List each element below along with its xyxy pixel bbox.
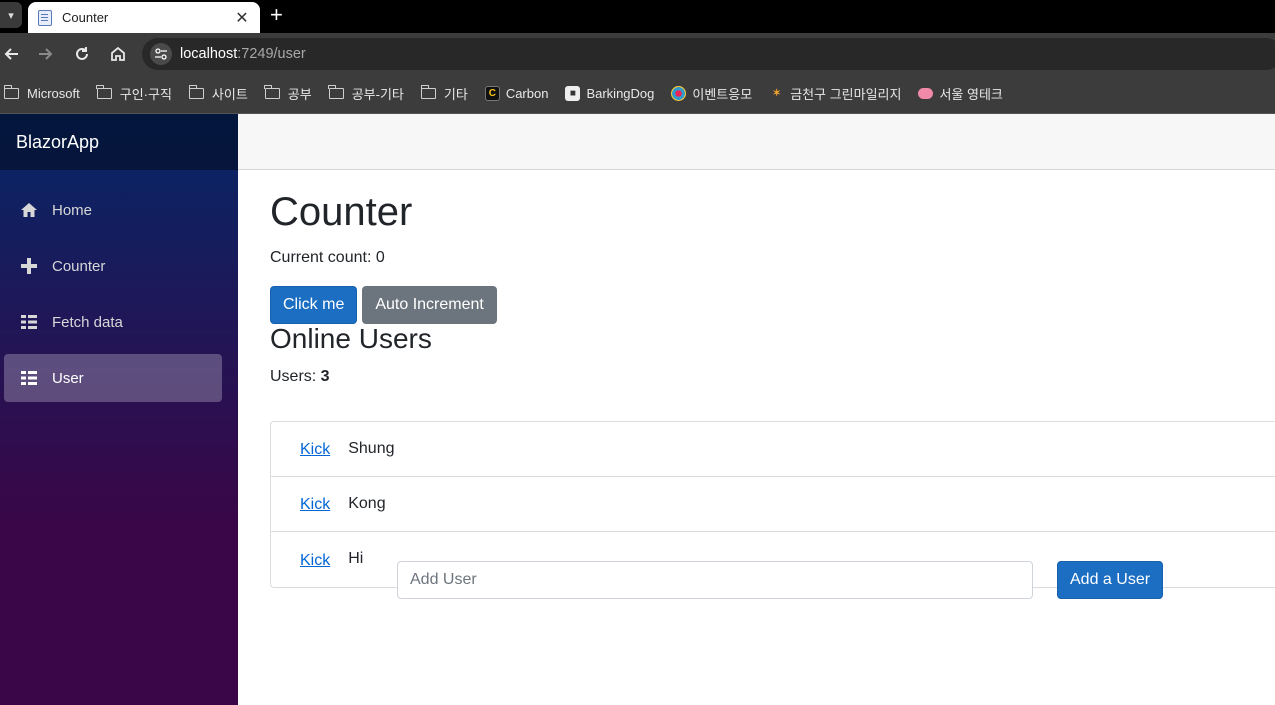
bookmark-folder-study[interactable]: 공부	[264, 84, 312, 103]
auto-increment-button[interactable]: Auto Increment	[362, 286, 497, 324]
folder-icon	[328, 85, 344, 99]
button-row: Click me Auto Increment	[270, 286, 1275, 324]
main-area: Counter Current count: 0 Click me Auto I…	[238, 114, 1275, 705]
user-name: Hi	[348, 550, 364, 567]
sidebar-item-label: User	[52, 369, 84, 387]
sidebar-item-fetch-data[interactable]: Fetch data	[4, 298, 222, 346]
add-user-row: Add a User	[397, 561, 1168, 599]
carbon-icon: C	[484, 86, 500, 101]
online-users-heading: Online Users	[270, 323, 432, 354]
tab-search-chevron-icon[interactable]: ▾	[0, 2, 22, 28]
sidebar: BlazorApp Home Counter Fetch data User	[0, 114, 238, 705]
bookmark-folder-sites[interactable]: 사이트	[188, 84, 248, 103]
click-me-button[interactable]: Click me	[270, 286, 358, 324]
brand-bar: BlazorApp	[0, 114, 238, 170]
bookmark-geumcheon[interactable]: ✶ 금천구 그린마일리지	[769, 84, 902, 103]
folder-icon	[420, 85, 436, 99]
bookmark-label: 기타	[443, 87, 468, 102]
bookmark-label: 사이트	[211, 87, 248, 102]
bookmark-label: 금천구 그린마일리지	[790, 87, 902, 102]
barkingdog-icon: ■	[565, 86, 581, 101]
sidebar-item-label: Fetch data	[52, 313, 123, 331]
blazor-app: BlazorApp Home Counter Fetch data User C…	[0, 114, 1275, 705]
site-info-icon[interactable]	[150, 43, 172, 65]
home-icon[interactable]	[106, 42, 130, 66]
user-name: Shung	[348, 439, 395, 457]
bookmark-label: 이벤트응모	[692, 87, 753, 102]
new-tab-button[interactable]: +	[270, 3, 283, 27]
sidebar-item-user[interactable]: User	[4, 354, 222, 402]
kick-link[interactable]: Kick	[300, 441, 330, 459]
bookmark-folder-microsoft[interactable]: Microsoft	[3, 85, 80, 101]
folder-icon	[96, 85, 112, 99]
users-count-line: Users: 3	[270, 368, 1275, 386]
kick-link[interactable]: Kick	[300, 552, 330, 570]
bookmark-label: Microsoft	[27, 86, 80, 101]
bookmark-label: 구인·구직	[119, 87, 172, 102]
list-item: Kick Kong	[271, 477, 1275, 532]
bookmark-event[interactable]: 이벤트응모	[671, 84, 752, 103]
page-title: Counter	[270, 190, 413, 234]
address-bar[interactable]: localhost:7249/user	[142, 38, 1275, 70]
nav-menu: Home Counter Fetch data User	[0, 170, 238, 402]
brand-link[interactable]: BlazorApp	[16, 132, 99, 153]
bookmark-seoul[interactable]: 서울 영테크	[918, 84, 1003, 103]
bookmark-folder-study-etc[interactable]: 공부-기타	[328, 84, 404, 103]
geumcheon-icon: ✶	[772, 88, 781, 99]
page-content: Counter Current count: 0 Click me Auto I…	[270, 170, 1275, 588]
home-icon	[20, 201, 38, 219]
url-path: :7249/user	[237, 46, 306, 62]
kick-link[interactable]: Kick	[300, 496, 330, 514]
bookmark-label: 서울 영테크	[939, 87, 1003, 102]
folder-icon	[264, 85, 280, 99]
bookmark-label: 공부	[287, 87, 312, 102]
bookmark-barkingdog[interactable]: ■ BarkingDog	[565, 86, 654, 101]
bookmarks-bar: Microsoft 구인·구직 사이트 공부 공부-기타 기타 C Carbon …	[0, 74, 1275, 114]
forward-arrow-icon[interactable]	[33, 42, 57, 66]
plus-icon	[20, 257, 38, 275]
user-name: Kong	[348, 494, 386, 512]
add-user-input[interactable]	[397, 561, 1033, 599]
tab-title: Counter	[62, 10, 109, 25]
list-icon	[20, 369, 38, 387]
bookmark-carbon[interactable]: C Carbon	[484, 86, 549, 101]
sidebar-item-label: Counter	[52, 257, 106, 275]
seoul-icon	[918, 88, 934, 99]
page-favicon-icon	[38, 9, 52, 26]
users-count: 3	[320, 368, 330, 385]
bookmark-label: Carbon	[505, 86, 549, 101]
list-icon	[20, 313, 38, 331]
sidebar-item-label: Home	[52, 201, 93, 219]
list-item: Kick Shung	[271, 422, 1275, 477]
browser-tab[interactable]: Counter ✕	[28, 2, 260, 33]
url-host: localhost	[180, 46, 238, 62]
folder-icon	[188, 85, 204, 99]
bookmark-label: 공부-기타	[351, 87, 404, 102]
reload-icon[interactable]	[70, 42, 94, 66]
top-row	[238, 114, 1275, 170]
current-count: Current count: 0	[270, 249, 385, 266]
url-text: localhost:7249/user	[180, 46, 306, 62]
folder-icon	[3, 85, 19, 99]
sidebar-item-home[interactable]: Home	[4, 186, 222, 234]
bookmark-label: BarkingDog	[586, 86, 655, 101]
users-label: Users:	[270, 368, 321, 385]
bookmark-folder-etc[interactable]: 기타	[420, 84, 468, 103]
browser-tab-strip: ▾ Counter ✕ +	[0, 0, 1275, 33]
event-icon	[671, 86, 687, 101]
sidebar-item-counter[interactable]: Counter	[4, 242, 222, 290]
browser-toolbar: localhost:7249/user	[0, 33, 1275, 74]
close-tab-icon[interactable]: ✕	[234, 8, 250, 28]
bookmark-folder-jobs[interactable]: 구인·구직	[96, 84, 172, 103]
add-user-button[interactable]: Add a User	[1057, 561, 1164, 599]
back-arrow-icon[interactable]	[0, 42, 24, 66]
